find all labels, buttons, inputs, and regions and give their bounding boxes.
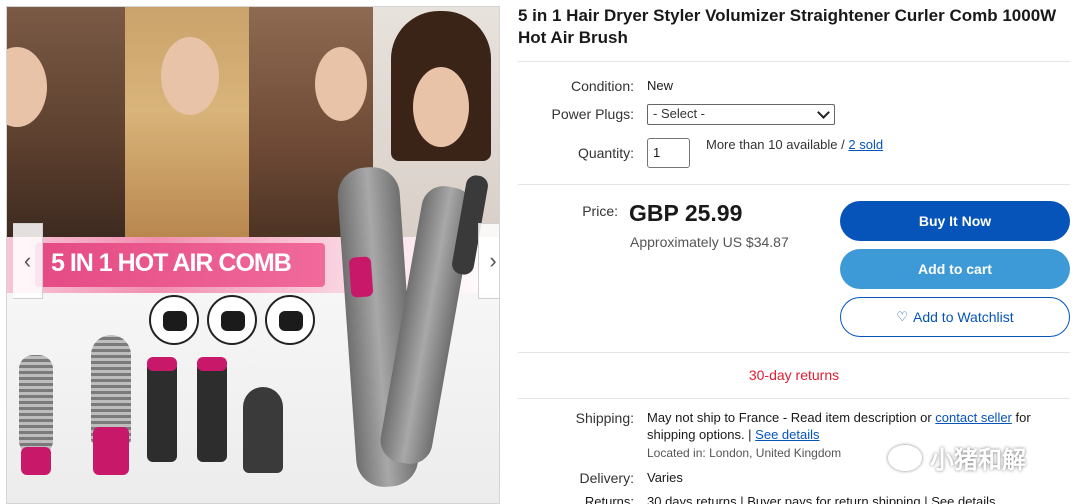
returns-row: Returns: 30 days returns | Buyer pays for…: [518, 494, 1078, 504]
divider: [518, 352, 1070, 353]
round-brush-attachment: [19, 355, 53, 455]
divider: [518, 398, 1070, 399]
chevron-down-icon: [817, 106, 830, 119]
contact-seller-link[interactable]: contact seller: [935, 410, 1012, 425]
product-image-gallery[interactable]: 5 IN 1 HOT AIR COMB ‹ ›: [6, 6, 500, 504]
heart-icon: ♡: [896, 309, 908, 324]
condition-label: Condition:: [570, 78, 634, 94]
gallery-prev-button[interactable]: ‹: [13, 223, 43, 299]
curler-attachment-left: [147, 362, 177, 462]
model-photo-1: [7, 7, 125, 237]
condition-value: New: [647, 78, 674, 93]
uk-plug-icon: [149, 295, 199, 345]
divider: [518, 184, 1070, 185]
see-details-link[interactable]: See details: [755, 427, 819, 442]
handle-button: [348, 256, 374, 298]
listing-title: 5 in 1 Hair Dryer Styler Volumizer Strai…: [518, 6, 1057, 47]
attachment-base: [21, 447, 51, 475]
sold-count-link[interactable]: 2 sold: [848, 137, 883, 152]
delivery-value: Varies: [647, 470, 683, 485]
add-to-watchlist-label: Add to Watchlist: [913, 309, 1014, 325]
chevron-right-icon: ›: [489, 248, 497, 273]
shipping-text-1: May not ship to France - Read item descr…: [647, 410, 936, 425]
add-to-watchlist-button[interactable]: ♡ Add to Watchlist: [840, 297, 1070, 337]
buy-it-now-button[interactable]: Buy It Now: [840, 201, 1070, 241]
power-plugs-selected: - Select -: [653, 106, 706, 121]
price-value: GBP 25.99: [629, 200, 743, 226]
eu-plug-icon: [207, 295, 257, 345]
attachment-cap: [147, 357, 177, 371]
banner-text: 5 IN 1 HOT AIR COMB: [51, 249, 292, 277]
item-location: Located in: London, United Kingdom: [647, 446, 841, 460]
returns-value: 30 days returns | Buyer pays for return …: [647, 494, 996, 504]
power-plugs-select[interactable]: - Select -: [647, 104, 835, 125]
returns-banner: 30-day returns: [748, 367, 840, 383]
model-photo-2: [125, 7, 249, 237]
located-label: Located in:: [647, 446, 706, 460]
wechat-icon: [888, 444, 922, 471]
divider: [518, 61, 1070, 62]
located-value: London, United Kingdom: [709, 446, 842, 460]
quantity-label: Quantity:: [577, 145, 634, 161]
price-label: Price:: [582, 203, 618, 219]
returns-label: Returns:: [584, 494, 634, 504]
shipping-label: Shipping:: [575, 410, 634, 426]
watermark-text: 小猪和解: [930, 447, 1026, 474]
power-plugs-label: Power Plugs:: [551, 106, 634, 122]
attachment-cap: [197, 357, 227, 371]
chevron-left-icon: ‹: [23, 248, 32, 273]
curler-attachment-right: [197, 362, 227, 462]
availability-text: More than 10 available /: [706, 137, 849, 152]
shipping-text: May not ship to France - Read item descr…: [647, 409, 1072, 443]
add-to-cart-button[interactable]: Add to cart: [840, 249, 1070, 289]
attachment-base: [93, 427, 129, 475]
gallery-next-button[interactable]: ›: [478, 223, 499, 299]
price-approx: Approximately US $34.87: [630, 234, 789, 250]
dryer-loop-attachment: [243, 387, 283, 473]
eu-flat-plug-icon: [265, 295, 315, 345]
availability: More than 10 available / 2 sold: [706, 137, 883, 152]
watermark: 小猪和解: [888, 440, 1026, 475]
quantity-input[interactable]: 1: [647, 138, 690, 168]
delivery-label: Delivery:: [579, 470, 634, 486]
